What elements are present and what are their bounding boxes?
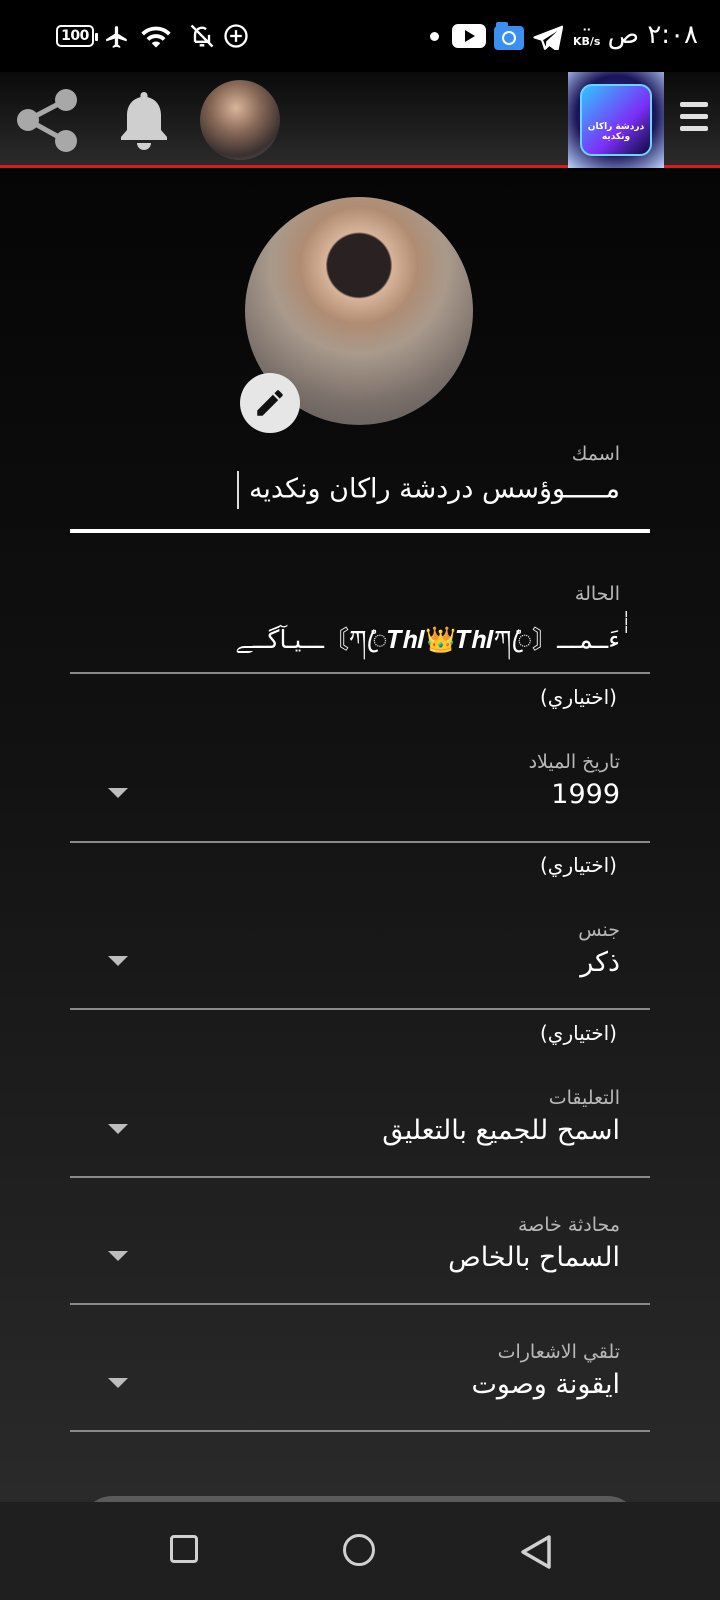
comments-field[interactable]: التعليقات اسمح للجميع بالتعليق bbox=[70, 1087, 650, 1178]
gender-field[interactable]: جنس ذكر bbox=[70, 919, 650, 1010]
file-manager-icon bbox=[494, 22, 524, 50]
menu-icon[interactable] bbox=[680, 102, 708, 136]
status-optional-hint: (اختياري) bbox=[539, 685, 617, 709]
gender-optional-hint: (اختياري) bbox=[539, 1021, 617, 1045]
back-icon[interactable] bbox=[519, 1534, 553, 1570]
name-label: اسمك bbox=[571, 443, 620, 465]
status-bar: 100 ·· KB/s ٢:٠٨ ص bbox=[0, 0, 720, 72]
name-underline bbox=[70, 529, 650, 533]
chevron-down-icon bbox=[108, 1251, 128, 1261]
profile-settings: اسمك مـــــوؤسس دردشة راكان ونكديه الحال… bbox=[0, 171, 720, 1556]
net-speed-unit: KB/s bbox=[573, 35, 601, 48]
chevron-down-icon bbox=[108, 1378, 128, 1388]
notifications-underline bbox=[70, 1430, 650, 1432]
status-underline bbox=[70, 672, 650, 674]
battery-level: 100 bbox=[61, 28, 89, 44]
name-field[interactable]: اسمك مـــــوؤسس دردشة راكان ونكديه bbox=[70, 443, 650, 533]
gender-label: جنس bbox=[578, 919, 620, 941]
notifications-bell-icon[interactable] bbox=[116, 88, 172, 152]
comments-label: التعليقات bbox=[548, 1087, 620, 1109]
birth-date-optional-hint: (اختياري) bbox=[539, 853, 617, 877]
birth-date-underline bbox=[70, 841, 650, 843]
app-logo[interactable]: دردشة راكان ونكديه bbox=[568, 72, 664, 168]
youtube-icon bbox=[452, 24, 486, 48]
home-icon[interactable] bbox=[343, 1534, 375, 1566]
user-avatar[interactable] bbox=[200, 80, 280, 160]
name-value: مـــــوؤسس دردشة راكان ونكديه bbox=[248, 473, 620, 505]
birth-date-field[interactable]: تاريخ الميلاد 1999 bbox=[70, 751, 650, 843]
app-logo-text: دردشة راكان ونكديه bbox=[587, 122, 645, 142]
private-chat-select[interactable]: السماح بالخاص bbox=[70, 1242, 650, 1273]
status-field[interactable]: الحالة ٰٰٰٰٰءَــمـــ〘ཀ٘ꦿ𝑻𝒉𝑰👑𝑻𝒉𝑰ཀ٘ꦿ〙ـــيـ… bbox=[70, 583, 650, 682]
gender-underline bbox=[70, 1008, 650, 1010]
system-nav-bar bbox=[0, 1502, 720, 1600]
birth-date-label: تاريخ الميلاد bbox=[528, 751, 620, 773]
wifi-icon bbox=[141, 26, 171, 48]
app-bar: دردشة راكان ونكديه bbox=[0, 72, 720, 168]
airplane-icon bbox=[106, 26, 127, 48]
edit-photo-button[interactable] bbox=[240, 373, 300, 433]
net-speed: ·· KB/s bbox=[573, 23, 601, 48]
data-saver-icon bbox=[224, 24, 248, 48]
comments-select[interactable]: اسمح للجميع بالتعليق bbox=[70, 1115, 650, 1146]
private-chat-underline bbox=[70, 1303, 650, 1305]
birth-date-select[interactable]: 1999 bbox=[70, 779, 650, 810]
clock: ٢:٠٨ ص bbox=[607, 20, 698, 50]
comments-underline bbox=[70, 1176, 650, 1178]
battery-icon: 100 bbox=[56, 25, 98, 47]
private-chat-label: محادثة خاصة bbox=[517, 1214, 620, 1236]
chevron-down-icon bbox=[108, 1124, 128, 1134]
text-cursor bbox=[236, 471, 239, 509]
telegram-icon bbox=[533, 25, 563, 50]
notifications-select[interactable]: ايقونة وصوت bbox=[70, 1369, 650, 1400]
recents-icon[interactable] bbox=[170, 1535, 198, 1563]
status-label: الحالة bbox=[574, 583, 620, 605]
name-input[interactable]: مـــــوؤسس دردشة راكان ونكديه bbox=[70, 471, 650, 509]
chevron-down-icon bbox=[108, 956, 128, 966]
notifications-field[interactable]: تلقي الاشعارات ايقونة وصوت bbox=[70, 1341, 650, 1432]
gender-select[interactable]: ذكر bbox=[70, 947, 650, 978]
chevron-down-icon bbox=[108, 788, 128, 798]
share-icon[interactable] bbox=[14, 86, 82, 154]
notifications-label: تلقي الاشعارات bbox=[497, 1341, 620, 1363]
dot-icon bbox=[430, 32, 439, 41]
private-chat-field[interactable]: محادثة خاصة السماح بالخاص bbox=[70, 1214, 650, 1305]
app-logo-badge: دردشة راكان ونكديه bbox=[580, 84, 652, 156]
bell-off-icon bbox=[190, 24, 214, 48]
pencil-icon bbox=[257, 390, 283, 416]
